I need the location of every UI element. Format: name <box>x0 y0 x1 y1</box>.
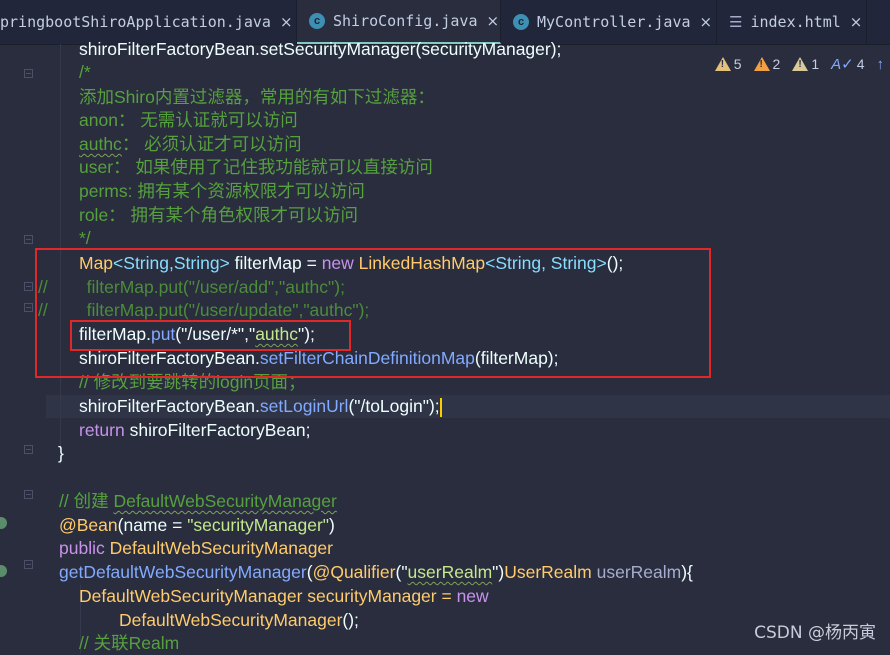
watermark: CSDN @杨丙寅 <box>754 623 876 643</box>
warnings-count[interactable]: 5 <box>714 56 742 72</box>
previous-highlight-button[interactable]: ↑ <box>877 56 885 73</box>
warning-icon <box>714 57 731 71</box>
code-line: } <box>58 443 64 463</box>
code-line: getDefaultWebSecurityManager(@Qualifier(… <box>59 562 693 582</box>
weak-warnings-count[interactable]: 2 <box>753 56 780 72</box>
code-line: */ <box>79 228 91 248</box>
code-line: 添加Shiro内置过滤器，常用的有如下过滤器： <box>79 87 435 107</box>
code-line: // 关联Realm <box>79 633 180 653</box>
code-line: return shiroFilterFactoryBean; <box>79 420 311 440</box>
text-cursor <box>439 397 442 417</box>
code-editor[interactable]: shiroFilterFactoryBean.setSecurityManage… <box>0 0 890 653</box>
code-line: role： 拥有某个角色权限才可以访问 <box>79 205 359 225</box>
code-line: DefaultWebSecurityManager(); <box>119 610 359 630</box>
code-line: // 创建 DefaultWebSecurityManager <box>59 491 337 511</box>
annotation-box-inner <box>70 320 351 351</box>
code-line: @Bean(name = "securityManager") <box>59 515 335 535</box>
info-warning-icon <box>792 57 809 71</box>
code-line: DefaultWebSecurityManager securityManage… <box>79 586 489 606</box>
arrow-up-icon: ↑ <box>876 55 885 73</box>
weak-warning-icon <box>753 57 770 71</box>
typos-count[interactable]: A✓ 4 <box>831 55 864 73</box>
typo-icon: A✓ <box>831 56 854 73</box>
code-line: anon： 无需认证就可以访问 <box>79 110 298 130</box>
code-line: shiroFilterFactoryBean.setSecurityManage… <box>79 39 562 59</box>
code-line: perms: 拥有某个资源权限才可以访问 <box>79 181 365 201</box>
code-line: shiroFilterFactoryBean.setLoginUrl("/toL… <box>79 396 442 417</box>
code-line: public DefaultWebSecurityManager <box>59 538 333 558</box>
code-line: authc： 必须认证才可以访问 <box>79 134 302 154</box>
code-line: user： 如果使用了记住我功能就可以直接访问 <box>79 157 433 177</box>
annotation-box-outer <box>35 248 711 378</box>
inspection-widget[interactable]: 5 2 1 A✓ 4 ↑ <box>714 55 885 73</box>
info-count[interactable]: 1 <box>792 56 819 72</box>
code-line: /* <box>79 62 91 82</box>
